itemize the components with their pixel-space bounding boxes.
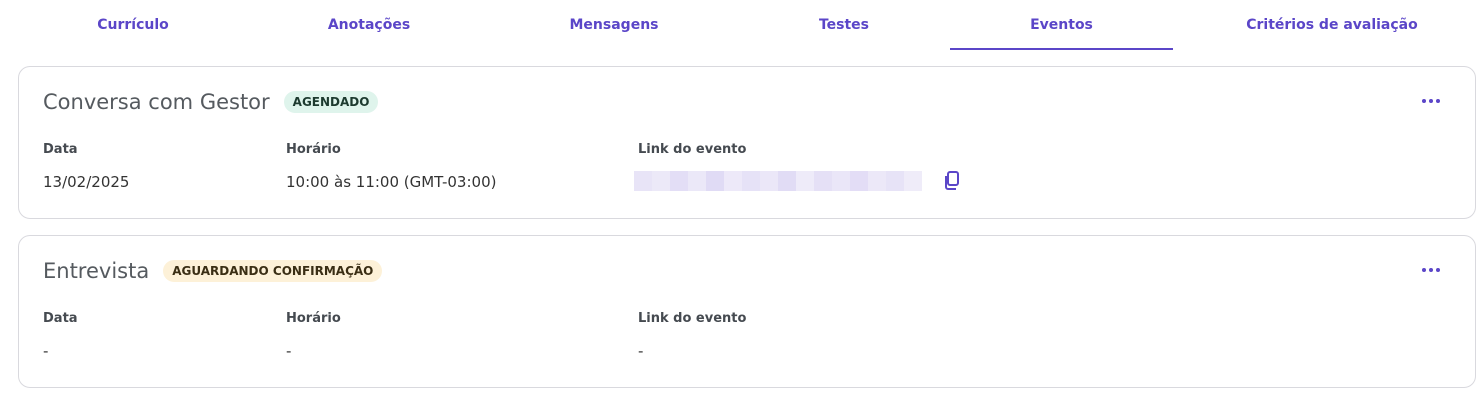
event-link-label: Link do evento [638,142,747,157]
tab-bar: Currículo Anotações Mensagens Testes Eve… [0,0,1484,52]
event-link-value: - [638,342,644,360]
status-badge: AGUARDANDO CONFIRMAÇÃO [163,260,383,282]
event-header: Entrevista AGUARDANDO CONFIRMAÇÃO [43,259,383,283]
time-value: - [286,342,292,360]
more-options-button[interactable] [1419,262,1443,278]
date-value: 13/02/2025 [43,173,130,191]
tab-criterios-de-avaliacao[interactable]: Critérios de avaliação [1222,0,1442,50]
more-horizontal-icon [1422,268,1426,272]
time-value: 10:00 às 11:00 (GMT-03:00) [286,173,497,191]
event-header: Conversa com Gestor AGENDADO [43,90,379,114]
copy-icon[interactable] [942,170,962,192]
event-card: Entrevista AGUARDANDO CONFIRMAÇÃO Data -… [18,235,1476,388]
tab-anotacoes[interactable]: Anotações [280,0,458,50]
tab-testes[interactable]: Testes [755,0,933,50]
more-horizontal-icon [1422,99,1426,103]
time-label: Horário [286,311,341,326]
event-title: Conversa com Gestor [43,90,270,114]
date-value: - [43,342,49,360]
tab-mensagens[interactable]: Mensagens [525,0,703,50]
status-badge: AGENDADO [283,91,379,113]
more-options-button[interactable] [1419,93,1443,109]
time-label: Horário [286,142,341,157]
event-card: Conversa com Gestor AGENDADO Data 13/02/… [18,66,1476,219]
event-link-value[interactable] [634,171,922,191]
tab-curriculo[interactable]: Currículo [44,0,222,50]
date-label: Data [43,142,78,157]
event-link-label: Link do evento [638,311,747,326]
tab-eventos[interactable]: Eventos [950,0,1173,50]
event-title: Entrevista [43,259,150,283]
date-label: Data [43,311,78,326]
